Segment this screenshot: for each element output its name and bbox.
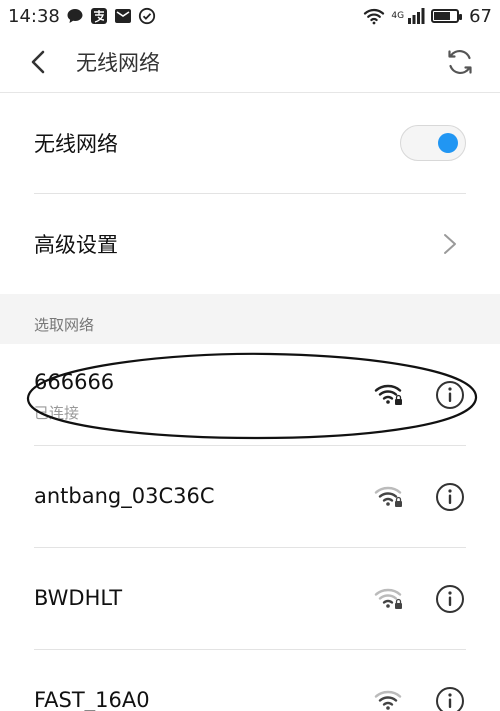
page-title: 无线网络 [76,51,160,75]
chevron-right-icon [444,234,456,254]
wifi-signal-locked-icon [374,486,402,507]
signal-icon [408,8,425,24]
header: 无线网络 [0,32,500,92]
network-item[interactable]: antbang_03C36C [34,446,466,546]
mail-icon [114,9,131,23]
wifi-signal-locked-icon [374,690,402,710]
check-circle-icon [138,7,155,25]
network-item[interactable]: FAST_16A0 [34,650,466,711]
info-icon[interactable] [435,686,465,711]
wifi-status-icon [364,8,385,25]
network-name: 666666 [34,370,115,394]
back-button[interactable] [8,32,68,92]
battery-fill [434,12,451,20]
section-label: 选取网络 [34,316,95,334]
alipay-icon [90,8,107,24]
wifi-toggle-label: 无线网络 [34,132,118,156]
wifi-signal-locked-icon [374,588,402,609]
toggle-knob [438,133,458,153]
wifi-toggle-switch[interactable] [400,125,466,161]
refresh-icon [448,49,472,75]
advanced-settings-label: 高级设置 [34,233,118,257]
wifi-toggle-row[interactable]: 无线网络 [34,93,466,193]
advanced-settings-row[interactable]: 高级设置 [34,194,466,294]
status-bar: 14:38 4G 67 [0,0,500,32]
refresh-button[interactable] [442,44,478,80]
chevron-left-icon [31,50,45,74]
network-item[interactable]: 666666 已连接 [34,344,466,444]
section-header: 选取网络 [0,294,500,344]
status-time: 14:38 [8,5,60,27]
battery-level: 67 [469,5,492,27]
info-icon[interactable] [435,380,465,410]
network-name: FAST_16A0 [34,688,150,711]
chat-bubble-icon [67,9,83,23]
battery-icon [431,9,463,23]
network-name: BWDHLT [34,586,123,610]
status-left: 14:38 [0,6,156,27]
info-icon[interactable] [435,482,465,512]
info-icon[interactable] [435,584,465,614]
network-item[interactable]: BWDHLT [34,548,466,648]
network-status: 已连接 [34,404,80,422]
network-name: antbang_03C36C [34,484,215,508]
status-right: 4G 67 [363,6,500,27]
wifi-signal-locked-icon [374,384,402,405]
network-type: 4G [391,10,405,21]
